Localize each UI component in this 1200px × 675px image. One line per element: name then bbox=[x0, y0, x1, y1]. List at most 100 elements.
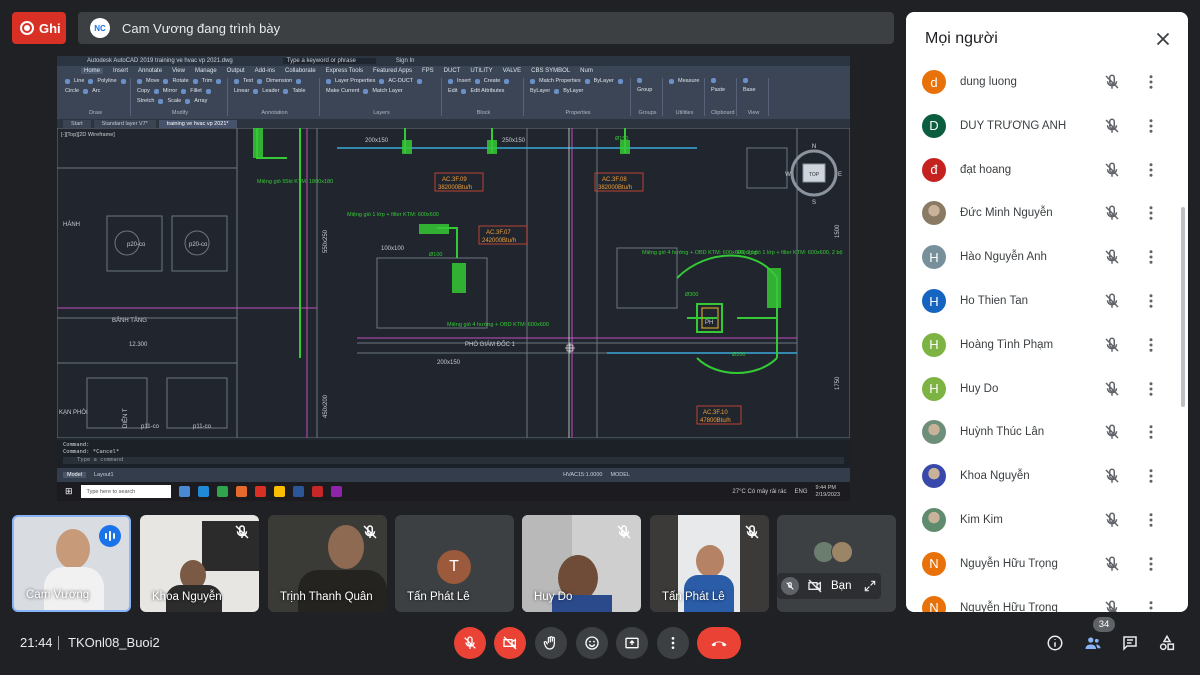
participant-tile[interactable]: Cam Vương bbox=[12, 515, 131, 612]
camera-off-icon[interactable] bbox=[807, 578, 823, 594]
meeting-code: TKOnl08_Buoi2 bbox=[68, 635, 160, 650]
more-vert-icon[interactable] bbox=[1142, 599, 1160, 612]
cad-menu-bar: Home Insert Annotate View Manage Output Add-in… bbox=[57, 66, 850, 75]
participant-tile[interactable]: Huy Do bbox=[522, 515, 641, 612]
participant-row[interactable]: N Nguyễn Hữu Trọng bbox=[906, 542, 1188, 586]
leave-call-button[interactable] bbox=[697, 627, 741, 659]
more-vert-icon[interactable] bbox=[1142, 73, 1160, 91]
cad-label-level: 12.300 bbox=[129, 342, 148, 348]
more-vert-icon[interactable] bbox=[1142, 248, 1160, 266]
participant-name: Cam Vương bbox=[26, 589, 90, 601]
mic-off-icon[interactable] bbox=[1103, 336, 1121, 354]
people-scrollbar[interactable] bbox=[1181, 207, 1185, 407]
cad-tool-label: Move bbox=[146, 78, 160, 84]
cad-menu-item: Manage bbox=[194, 67, 217, 74]
participant-row[interactable]: H Huy Do bbox=[906, 367, 1188, 411]
taskbar-app-icon bbox=[311, 486, 323, 497]
more-vert-icon[interactable] bbox=[1142, 511, 1160, 529]
more-vert-icon[interactable] bbox=[1142, 380, 1160, 398]
cad-menu-item: Num bbox=[580, 67, 593, 74]
participant-row[interactable]: Đức Minh Nguyễn bbox=[906, 191, 1188, 235]
participant-row[interactable]: D DUY TRƯƠNG ANH bbox=[906, 104, 1188, 148]
cad-ribbon-group: Text Dimension Linear Leader Table Annotation bbox=[230, 78, 320, 116]
taskbar-weather: 27°C Có mây rải rác bbox=[732, 488, 787, 495]
cad-tool-icon bbox=[637, 78, 642, 83]
mic-off-icon[interactable] bbox=[1103, 73, 1121, 91]
cad-label-mieng-gio-5: Miệng gió 1 lớp + filter KTM: 600x600, 2… bbox=[737, 250, 843, 256]
mic-off-icon[interactable] bbox=[1103, 204, 1121, 222]
more-vert-icon[interactable] bbox=[1142, 423, 1160, 441]
participant-tile[interactable]: Tấn Phát Lê bbox=[650, 515, 769, 612]
cad-mode: MODEL bbox=[610, 472, 630, 478]
participant-row[interactable]: Kim Kim bbox=[906, 498, 1188, 542]
participant-row[interactable]: Khoa Nguyễn bbox=[906, 454, 1188, 498]
participant-row[interactable]: d dung luong bbox=[906, 60, 1188, 104]
cad-tool-label: Match Properties bbox=[539, 78, 581, 84]
cad-tool-icon bbox=[296, 78, 302, 84]
participant-row[interactable]: N Nguyễn Hữu Trọng bbox=[906, 586, 1188, 612]
windows-taskbar: ⊞ Type here to search 27°C Có mây rải rá… bbox=[57, 482, 850, 501]
cad-label-p11co-2: p11-co bbox=[193, 424, 212, 430]
mic-off-icon[interactable] bbox=[781, 577, 799, 595]
cad-tool-label: Measure bbox=[678, 78, 700, 84]
participant-row[interactable]: H Hoàng Tình Phạm bbox=[906, 323, 1188, 367]
cad-label-dim-1500: 1500 bbox=[835, 224, 841, 238]
raise-hand-button[interactable] bbox=[535, 627, 567, 659]
mic-off-icon[interactable] bbox=[1103, 161, 1121, 179]
cad-tool-icon bbox=[283, 88, 289, 94]
present-button[interactable] bbox=[616, 627, 648, 659]
cad-label-room-4: PH bbox=[705, 320, 713, 326]
cad-tool-icon bbox=[584, 78, 590, 84]
cad-tool-label: AC-DUCT bbox=[388, 78, 414, 84]
more-vert-icon[interactable] bbox=[1142, 117, 1160, 135]
cad-label-dim-450x200: 450x200 bbox=[323, 394, 329, 418]
cad-sign-in: Sign In bbox=[395, 58, 415, 64]
cad-label-mieng-gio-2: Miệng gió 1 lớp + filter KTM: 600x600 bbox=[347, 212, 439, 218]
cad-ribbon-items: Group bbox=[637, 78, 658, 93]
participant-row[interactable]: Huỳnh Thúc Lân bbox=[906, 410, 1188, 454]
chat-button[interactable] bbox=[1119, 632, 1141, 654]
mic-off-icon[interactable] bbox=[1103, 423, 1121, 441]
participant-tile[interactable]: T Tấn Phát Lê bbox=[395, 515, 514, 612]
cad-ribbon-group: Base View bbox=[739, 78, 769, 116]
avatar: H bbox=[922, 376, 946, 401]
self-tile[interactable]: Bạn bbox=[777, 515, 896, 612]
taskbar-app-icon bbox=[216, 486, 228, 497]
mic-off-icon[interactable] bbox=[1103, 511, 1121, 529]
expand-icon[interactable] bbox=[863, 579, 877, 593]
close-icon[interactable] bbox=[1152, 28, 1174, 50]
more-vert-icon[interactable] bbox=[1142, 336, 1160, 354]
record-button[interactable]: Ghi bbox=[12, 12, 66, 44]
participant-name: Huỳnh Thúc Lân bbox=[960, 426, 1045, 439]
more-vert-icon[interactable] bbox=[1142, 292, 1160, 310]
mic-off-icon[interactable] bbox=[1103, 292, 1121, 310]
mic-off-icon[interactable] bbox=[1103, 467, 1121, 485]
participant-row[interactable]: H Hào Nguyễn Anh bbox=[906, 235, 1188, 279]
more-vert-icon[interactable] bbox=[1142, 555, 1160, 573]
reactions-button[interactable] bbox=[576, 627, 608, 659]
cad-label-dim-550x250: 550x250 bbox=[323, 229, 329, 253]
cad-viewcube-w: W bbox=[785, 172, 791, 178]
participant-name: DUY TRƯƠNG ANH bbox=[960, 119, 1067, 132]
more-vert-icon[interactable] bbox=[1142, 467, 1160, 485]
more-vert-icon[interactable] bbox=[1142, 204, 1160, 222]
mic-toggle-button[interactable] bbox=[454, 627, 486, 659]
mic-off-icon[interactable] bbox=[1103, 380, 1121, 398]
mic-off-icon[interactable] bbox=[1103, 599, 1121, 612]
activities-button[interactable] bbox=[1156, 632, 1178, 654]
cad-tool-icon bbox=[192, 78, 198, 84]
more-vert-icon[interactable] bbox=[1142, 161, 1160, 179]
mic-off-icon[interactable] bbox=[1103, 248, 1121, 266]
participant-tile[interactable]: Khoa Nguyễn bbox=[140, 515, 259, 612]
participant-row[interactable]: H Ho Thien Tan bbox=[906, 279, 1188, 323]
mic-off-icon[interactable] bbox=[1103, 555, 1121, 573]
participant-tile[interactable]: Trịnh Thanh Quân bbox=[268, 515, 387, 612]
cad-label-p11co-1: p11-co bbox=[141, 424, 160, 430]
people-icon bbox=[1085, 637, 1101, 649]
camera-toggle-button[interactable] bbox=[494, 627, 526, 659]
more-options-button[interactable] bbox=[657, 627, 689, 659]
participant-row[interactable]: đ đạt hoang bbox=[906, 148, 1188, 192]
meeting-details-button[interactable] bbox=[1044, 632, 1066, 654]
mic-off-icon[interactable] bbox=[1103, 117, 1121, 135]
people-button[interactable] bbox=[1082, 632, 1104, 654]
